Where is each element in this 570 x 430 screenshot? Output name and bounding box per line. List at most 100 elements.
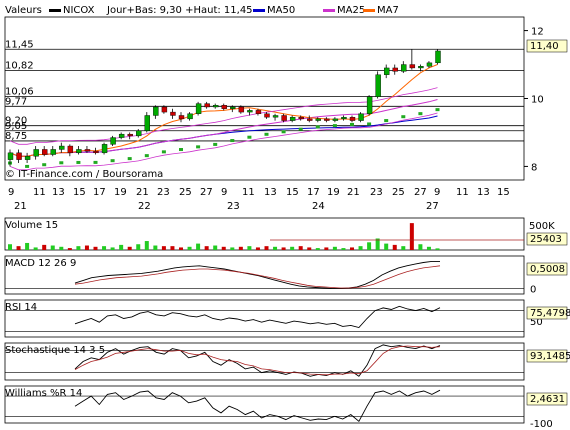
x-tick-label: 11 [456,187,469,198]
ma-dot-marker [230,139,235,143]
indicator-series-line [74,389,441,422]
ma-dot-marker [384,119,389,123]
x-tick-label: 9 [221,187,227,198]
chart-canvas: Valeurs NICOX Jour+Bas: 9,30 +Haut: 11,45 M… [0,0,570,430]
x-tick-label: 17 [93,187,106,198]
x-tick-label: 19 [114,187,127,198]
candle-body [341,116,347,120]
ma-dot-marker [332,124,337,128]
candle-body [418,66,424,69]
ma-dot-marker [435,108,440,112]
panel-y-tick: -100 [530,419,553,430]
ma-dot-marker [418,112,423,116]
price-y-tick-label: 12 [531,27,544,38]
candle-body [230,106,236,109]
panel-last-value: 2,4631 [530,394,565,405]
x-tick-label: 9 [8,187,14,198]
indicator-series-line [74,265,441,289]
month-label: 27 [426,201,439,212]
indicator-series-line [74,344,441,377]
x-tick-label: 21 [136,187,149,198]
volume-y-tick: 500K [529,221,555,232]
volume-bar [42,244,47,250]
ma-dot-marker [264,132,269,136]
candle-body [195,103,202,114]
volume-bar [110,247,115,250]
x-tick-label: 23 [370,187,383,198]
candle-body [349,116,356,121]
month-label: 23 [227,201,240,212]
volume-bar [307,247,312,250]
candle-body [178,115,185,120]
x-tick-label: 13 [264,187,277,198]
candle-body [272,115,279,118]
candle-body [401,64,407,72]
rsi-panel: RSI 145075,4798 [4,299,570,338]
volume-bar [119,244,124,250]
volume-bar [324,247,329,250]
volume-bar [102,246,107,250]
price-panel: Valeurs NICOX Jour+Bas: 9,30 +Haut: 11,45 M… [4,5,568,212]
price-level-label: 8,75 [5,131,27,142]
candle-body [42,149,48,155]
volume-bar [221,246,226,250]
volume-bar [16,246,21,250]
stochastic-panel: Stochastique 14 3 5 93,1485 [4,342,570,381]
panel-last-value: 0,5008 [530,264,565,275]
macd-panel: MACD 12 26 9 0 0,5008 [4,255,568,296]
legend-day-range: Jour+Bas: 9,30 +Haut: 11,45 [106,5,253,16]
ma-dot-marker [298,127,303,131]
volume-bar [341,248,346,250]
x-tick-label: 15 [73,187,86,198]
volume-bar [332,246,337,250]
candle-body [76,149,82,154]
volume-bar [170,246,175,250]
volume-bar [418,244,423,250]
volume-bar [358,246,363,250]
volume-bar [213,245,218,250]
x-tick-label: 17 [307,187,320,198]
volume-panel: Volume 15 500K 25403 [4,217,568,251]
candle-body [67,145,74,154]
candle-body [101,144,108,154]
candle-body [50,149,56,155]
panel-title: Williams %R 14 [5,388,82,399]
candle-body [366,96,373,114]
candle-body [289,116,296,121]
price-level-label: 10,82 [5,61,34,72]
candle-body [298,116,304,120]
volume-bar [350,247,354,250]
volume-bar [230,247,235,250]
volume-bar [204,246,209,250]
ma-dot-marker [76,160,81,164]
candle-body [144,115,151,131]
legend-ma7: MA7 [377,5,399,16]
candle-body [127,133,133,137]
candle-body [435,50,441,64]
panel-frame [4,217,525,251]
ma-dot-marker [93,160,98,164]
panel-frame [4,385,525,424]
price-y-tick-label: 8 [531,162,537,173]
volume-bar [196,243,201,250]
volume-last-value: 25403 [530,234,562,245]
volume-bar [187,246,192,250]
candle-body [315,118,321,121]
x-tick-label: 13 [52,187,65,198]
candle-body [324,118,330,121]
legend-ma50-swatch [253,9,265,12]
candle-body [221,105,227,109]
candle-body [33,149,39,157]
ma-dot-marker [213,142,218,146]
indicator-series-line [74,305,441,329]
volume-bar [315,248,320,250]
candle-body [392,67,398,72]
volume-bar [238,246,243,250]
volume-bar [290,246,295,250]
x-tick-label: 9 [434,187,440,198]
volume-bar [67,248,72,250]
candle-body [332,118,339,121]
volume-bar [33,247,38,250]
ma-dot-marker [42,163,47,167]
x-tick-label: 19 [327,187,340,198]
